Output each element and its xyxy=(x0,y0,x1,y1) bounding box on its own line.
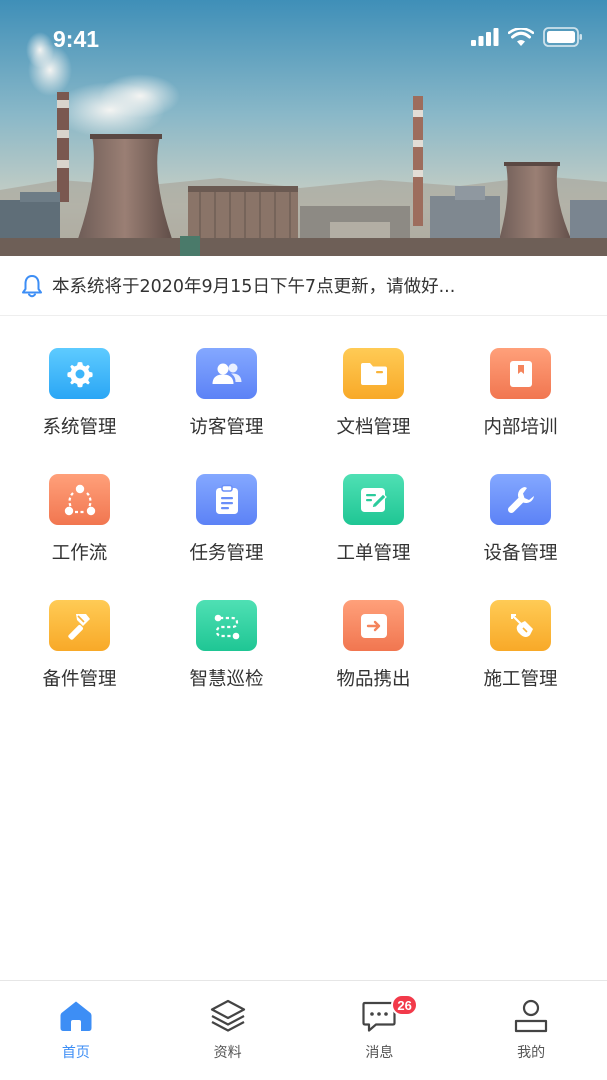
wrench-icon xyxy=(490,474,551,525)
module-label: 设备管理 xyxy=(483,543,558,564)
tab-label: 首页 xyxy=(61,1045,90,1061)
module-label: 内部培训 xyxy=(483,417,558,438)
module-label: 智慧巡检 xyxy=(189,669,264,690)
module-construction-management[interactable]: 施工管理 xyxy=(447,600,594,691)
module-label: 物品携出 xyxy=(336,669,411,690)
module-label: 系统管理 xyxy=(42,417,117,438)
module-visitor-management[interactable]: 访客管理 xyxy=(153,348,300,439)
gear-icon xyxy=(49,348,110,399)
module-label: 任务管理 xyxy=(189,543,264,564)
tab-label: 我的 xyxy=(517,1045,546,1061)
module-workflow[interactable]: 工作流 xyxy=(6,474,153,565)
module-internal-training[interactable]: 内部培训 xyxy=(447,348,594,439)
home-icon xyxy=(56,996,96,1036)
hammer-icon xyxy=(49,600,110,651)
status-time: 9:41 xyxy=(53,26,100,52)
module-equipment-management[interactable]: 设备管理 xyxy=(447,474,594,565)
module-grid: 系统管理 访客管理 文档管理 内部培训 工作流 任务管理 工单管理 设备管理 备… xyxy=(6,348,601,691)
bottom-tab-bar: 首页 资料 26 消息 我的 xyxy=(0,980,607,1080)
tab-messages[interactable]: 26 消息 xyxy=(304,981,456,1080)
module-label: 文档管理 xyxy=(336,417,411,438)
tab-label: 消息 xyxy=(365,1045,394,1061)
module-work-order-management[interactable]: 工单管理 xyxy=(300,474,447,565)
module-label: 访客管理 xyxy=(189,417,264,438)
folder-icon xyxy=(343,348,404,399)
module-label: 工单管理 xyxy=(336,543,411,564)
module-smart-inspection[interactable]: 智慧巡检 xyxy=(153,600,300,691)
book-icon xyxy=(490,348,551,399)
module-label: 工作流 xyxy=(51,543,108,564)
wifi-icon xyxy=(507,26,535,51)
status-icons xyxy=(471,26,583,51)
tab-materials[interactable]: 资料 xyxy=(152,981,304,1080)
clipboard-icon xyxy=(196,474,257,525)
export-icon xyxy=(343,600,404,651)
tab-home[interactable]: 首页 xyxy=(0,981,152,1080)
module-spare-parts-management[interactable]: 备件管理 xyxy=(6,600,153,691)
work-order-icon xyxy=(343,474,404,525)
module-label: 施工管理 xyxy=(483,669,558,690)
module-task-management[interactable]: 任务管理 xyxy=(153,474,300,565)
layers-icon xyxy=(208,996,248,1036)
notice-text: 本系统将于2020年9月15日下午7点更新，请做好... xyxy=(52,277,456,297)
shovel-icon xyxy=(490,600,551,651)
module-label: 备件管理 xyxy=(42,669,117,690)
message-count-badge: 26 xyxy=(391,994,418,1016)
notice-bar[interactable]: 本系统将于2020年9月15日下午7点更新，请做好... xyxy=(0,256,607,316)
module-item-carry-out[interactable]: 物品携出 xyxy=(300,600,447,691)
module-document-management[interactable]: 文档管理 xyxy=(300,348,447,439)
tab-profile[interactable]: 我的 xyxy=(455,981,607,1080)
bell-icon xyxy=(20,274,44,298)
signal-icon xyxy=(471,28,499,50)
status-bar: 9:41 xyxy=(0,0,607,80)
workflow-icon xyxy=(49,474,110,525)
module-system-management[interactable]: 系统管理 xyxy=(6,348,153,439)
tab-label: 资料 xyxy=(213,1045,242,1061)
user-icon xyxy=(511,996,551,1036)
battery-icon xyxy=(543,27,583,51)
route-icon xyxy=(196,600,257,651)
users-icon xyxy=(196,348,257,399)
